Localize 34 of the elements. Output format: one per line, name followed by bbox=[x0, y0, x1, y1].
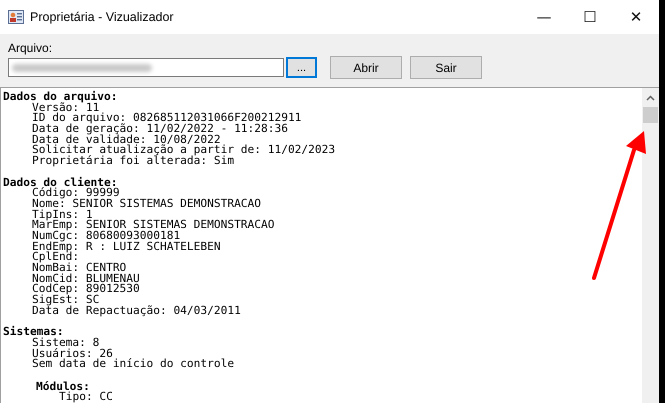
info-line: Sem data de início do controle bbox=[32, 357, 234, 370]
close-button[interactable]: ✕ bbox=[613, 0, 659, 34]
file-path-field[interactable] bbox=[8, 58, 284, 77]
info-line: CplEnd: bbox=[32, 250, 80, 264]
scrollbar-thumb[interactable] bbox=[643, 107, 658, 123]
info-line: ID do arquivo: 082685112031066F200212911 bbox=[32, 111, 302, 124]
window-title: Proprietária - Vizualizador bbox=[30, 10, 175, 24]
section-heading: Dados do arquivo: bbox=[3, 90, 118, 103]
info-line: NomBai: CENTRO bbox=[32, 261, 126, 274]
info-line: Tipo: CC bbox=[59, 390, 113, 403]
info-line: Data de geração: 11/02/2022 - 11:28:36 bbox=[32, 122, 288, 136]
info-line: CodCep: 89012530 bbox=[32, 282, 140, 296]
info-line: TipIns: 1 bbox=[32, 208, 93, 221]
info-line: Proprietária foi alterada: Sim bbox=[32, 154, 234, 168]
minimize-button[interactable]: — bbox=[521, 0, 567, 34]
info-line: Versão: 11 bbox=[32, 100, 100, 114]
section-heading: Dados do cliente: bbox=[3, 176, 118, 188]
info-line: NumCgc: 80680093000181 bbox=[32, 228, 180, 242]
exit-button[interactable]: Sair bbox=[410, 56, 482, 79]
info-line: Usuários: 26 bbox=[32, 346, 113, 360]
subsection-heading: Módulos: bbox=[36, 380, 90, 393]
info-line: Solicitar atualização a partir de: 11/02/2023 bbox=[32, 143, 336, 156]
section-heading: Sistemas: bbox=[3, 325, 64, 338]
open-button[interactable]: Abrir bbox=[330, 56, 402, 79]
maximize-button[interactable]: ☐ bbox=[567, 0, 613, 34]
info-line: Código: 99999 bbox=[32, 186, 120, 200]
file-label: Arquivo: bbox=[8, 42, 54, 55]
info-line: MarEmp: SENIOR SISTEMAS DEMONSTRACAO bbox=[32, 218, 274, 232]
info-line: NomCid: BLUMENAU bbox=[32, 272, 140, 285]
browse-button[interactable]: ... bbox=[286, 57, 317, 78]
info-line: SigEst: SC bbox=[32, 293, 100, 306]
scroll-up-icon[interactable] bbox=[646, 95, 655, 101]
app-icon bbox=[8, 10, 24, 24]
info-line: Sistema: 8 bbox=[32, 336, 100, 349]
